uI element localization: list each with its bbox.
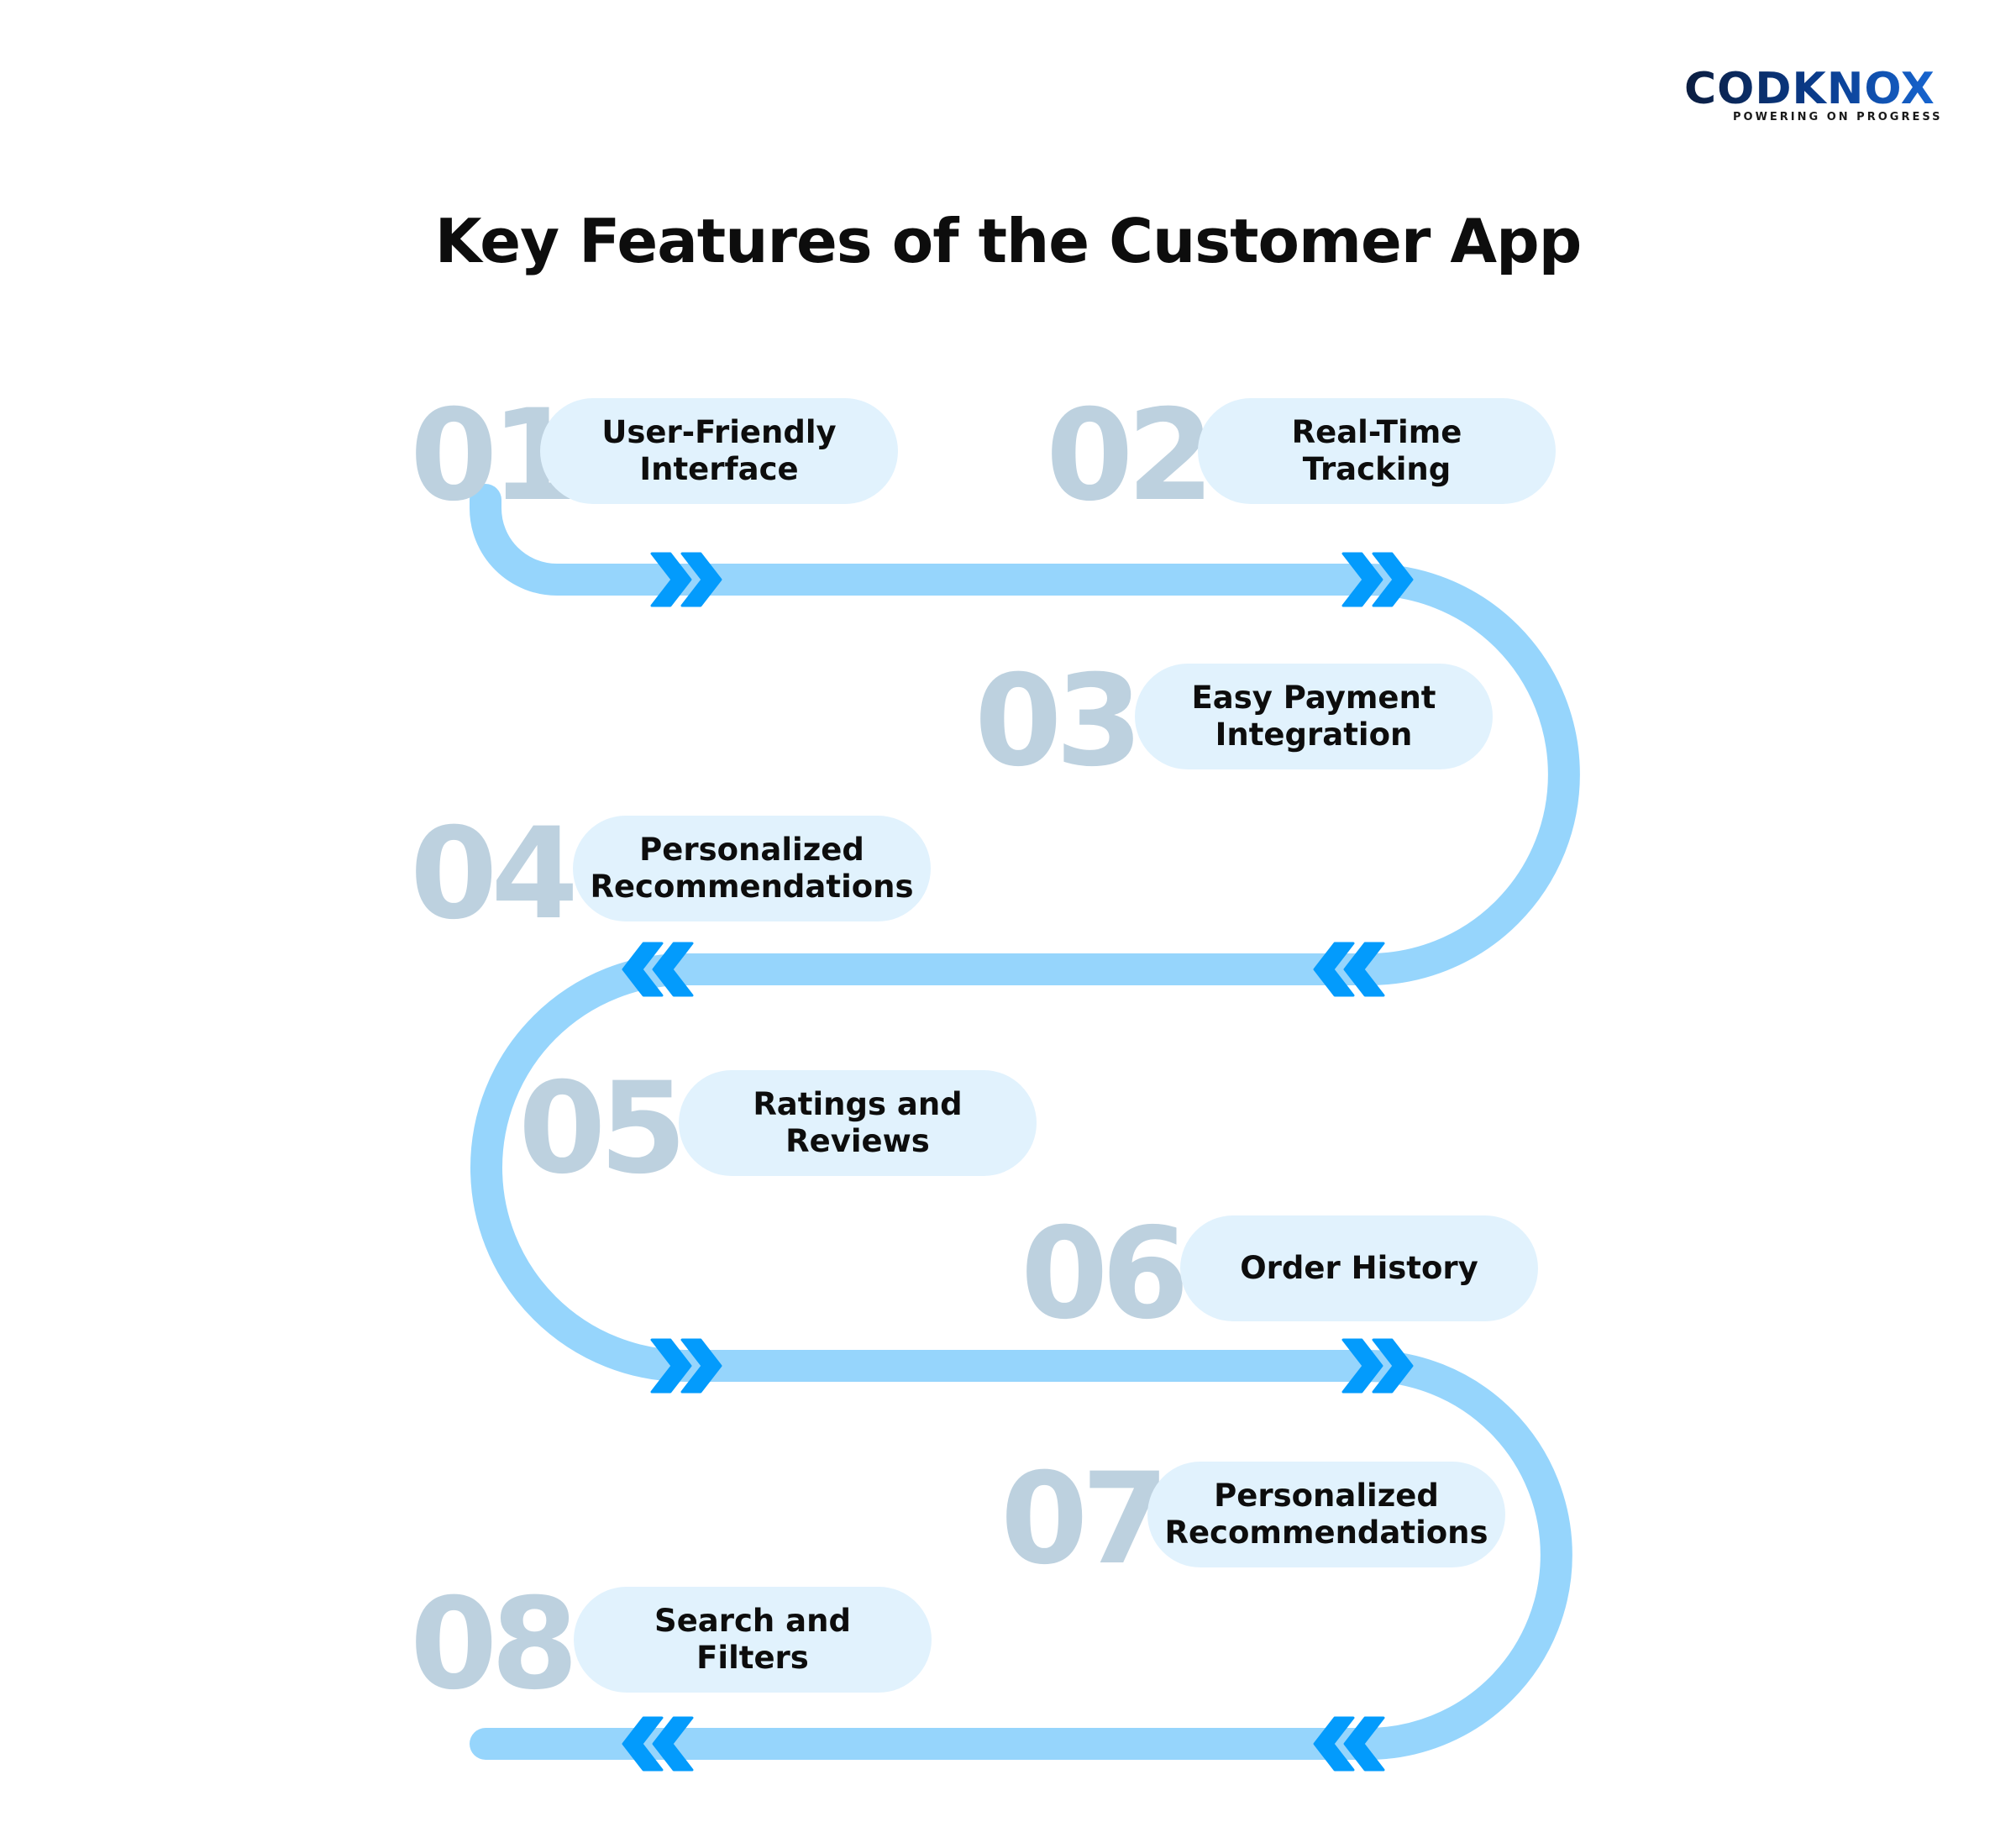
feature-number: 08 bbox=[410, 1572, 579, 1718]
feature-label: Real-Time Tracking bbox=[1291, 414, 1462, 487]
feature-number: 02 bbox=[1046, 383, 1215, 529]
feature-pill: Ratings and Reviews bbox=[679, 1070, 1037, 1176]
feature-pill: Easy Payment Integration bbox=[1135, 664, 1493, 769]
feature-label: Personalized Recommendations bbox=[1164, 1478, 1488, 1551]
feature-number: 04 bbox=[410, 801, 579, 948]
feature-pill: Search and Filters bbox=[574, 1587, 932, 1693]
feature-label: Order History bbox=[1240, 1250, 1478, 1286]
feature-number: 03 bbox=[974, 648, 1143, 795]
feature-label: User-Friendly Interface bbox=[601, 414, 837, 487]
feature-pill: User-Friendly Interface bbox=[540, 398, 898, 504]
feature-label: Easy Payment Integration bbox=[1191, 680, 1436, 753]
feature-pill: Real-Time Tracking bbox=[1198, 398, 1556, 504]
feature-label: Search and Filters bbox=[654, 1603, 851, 1676]
feature-pill: Personalized Recommendations bbox=[1147, 1462, 1505, 1567]
feature-number: 05 bbox=[518, 1056, 687, 1202]
feature-label: Ratings and Reviews bbox=[753, 1086, 963, 1159]
feature-number: 07 bbox=[1000, 1446, 1169, 1593]
feature-label: Personalized Recommendations bbox=[590, 832, 914, 905]
feature-pill: Order History bbox=[1180, 1215, 1538, 1321]
feature-pill: Personalized Recommendations bbox=[573, 816, 931, 921]
feature-number: 06 bbox=[1021, 1201, 1189, 1347]
